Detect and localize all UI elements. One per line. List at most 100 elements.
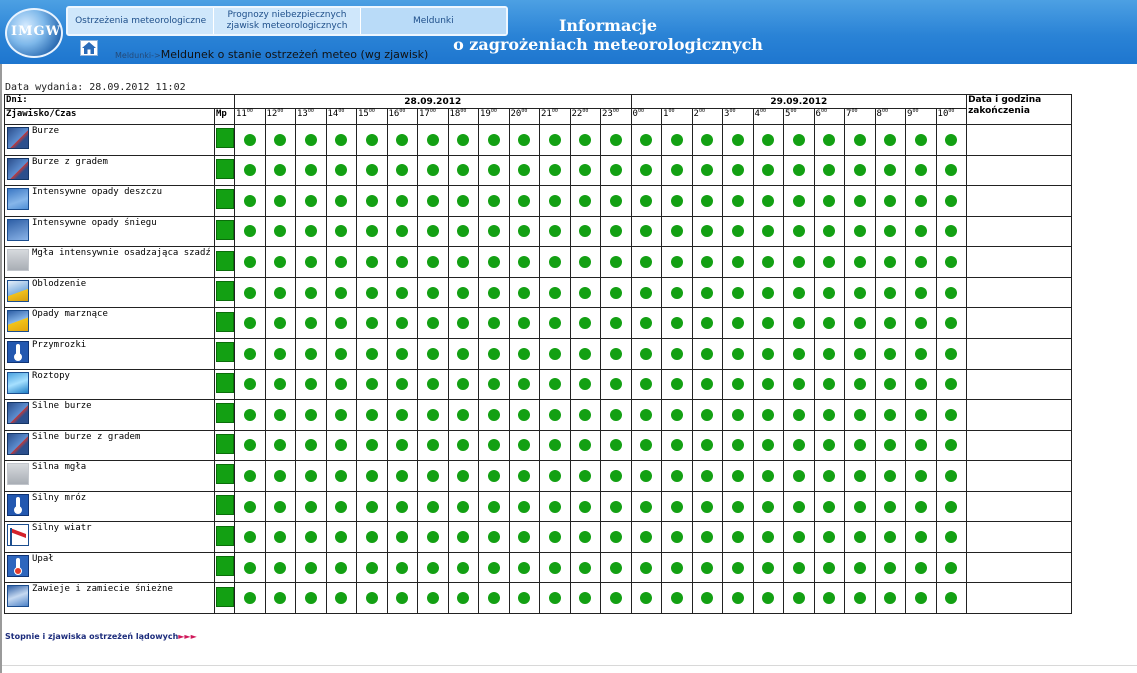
phenomenon-cell: Intensywne opady śniegu: [4, 215, 215, 248]
status-cell: [661, 460, 693, 492]
status-cell: [508, 246, 540, 278]
hour-minutes: 00: [338, 108, 345, 114]
status-dot-icon: [731, 317, 744, 330]
status-dot-icon: [579, 469, 592, 482]
status-cell: [813, 460, 846, 492]
status-cell: [295, 521, 327, 553]
icing-icon: [7, 279, 29, 302]
status-cell: [630, 185, 663, 217]
status-dot-icon: [609, 500, 622, 513]
status-cell: [722, 276, 754, 309]
status-cell: [508, 307, 540, 339]
status-cell: [691, 521, 724, 553]
issue-date: Data wydania: 28.09.2012 11:02: [5, 82, 186, 93]
status-dot-icon: [823, 225, 836, 238]
status-cell: [661, 185, 693, 217]
status-cell: [325, 337, 357, 370]
status-dot-icon: [579, 164, 592, 177]
status-cell: [783, 185, 815, 217]
status-cell: [661, 582, 693, 614]
status-dot-icon: [365, 164, 378, 177]
mp-cell: [214, 215, 235, 248]
status-dot-icon: [853, 133, 866, 146]
hour-minutes: 00: [582, 108, 589, 114]
status-dot-icon: [792, 469, 805, 482]
status-cell: [691, 215, 724, 248]
breadcrumb-parent[interactable]: Meldunki: [115, 51, 151, 60]
warning-levels-link[interactable]: Stopnie i zjawiska ostrzeżeń lądowych►►►: [5, 632, 197, 641]
status-cell: [569, 276, 601, 309]
status-cell: [234, 399, 266, 431]
status-dot-icon: [274, 561, 287, 574]
status-dot-icon: [396, 256, 409, 269]
status-dot-icon: [853, 500, 866, 513]
status-dot-icon: [548, 500, 561, 513]
status-cell: [844, 124, 876, 156]
status-cell: [691, 399, 724, 431]
status-dot-icon: [518, 592, 531, 605]
status-cell: [478, 551, 510, 584]
status-cell: [478, 246, 510, 278]
hour-value: 23: [602, 109, 613, 119]
phenomenon-name: Intensywne opady deszczu: [32, 187, 163, 198]
status-dot-icon: [792, 164, 805, 177]
status-cell: [661, 215, 693, 248]
status-dot-icon: [579, 317, 592, 330]
status-dot-icon: [640, 347, 653, 360]
status-dot-icon: [731, 194, 744, 207]
status-dot-icon: [365, 286, 378, 299]
status-cell: [783, 368, 815, 401]
date-header: 28.09.2012: [234, 94, 632, 109]
status-cell: [386, 368, 418, 401]
status-cell: [752, 246, 785, 278]
status-cell: [630, 460, 663, 492]
status-cell: [600, 215, 632, 248]
status-cell: [935, 429, 968, 462]
warning-levels-link-text[interactable]: Stopnie i zjawiska ostrzeżeń lądowych: [5, 632, 178, 641]
status-dot-icon: [304, 286, 317, 299]
hour-header: 200: [691, 108, 724, 125]
status-dot-icon: [762, 408, 775, 421]
phenomenon-header: Zjawisko/Czas: [4, 108, 215, 125]
status-cell: [356, 521, 388, 553]
status-cell: [783, 551, 815, 584]
hour-minutes: 00: [246, 108, 253, 114]
status-dot-icon: [792, 500, 805, 513]
freezing-rain-icon: [7, 310, 29, 333]
status-dot-icon: [670, 500, 683, 513]
hour-value: 12: [266, 109, 278, 119]
imgw-logo[interactable]: IMGW: [5, 8, 63, 58]
status-dot-icon: [640, 531, 653, 544]
status-dot-icon: [701, 286, 714, 299]
status-dot-icon: [670, 408, 683, 421]
status-dot-icon: [914, 408, 927, 421]
status-cell: [783, 124, 815, 156]
hour-value: 19: [480, 109, 491, 119]
status-dot-icon: [457, 133, 470, 146]
status-dot-icon: [792, 378, 805, 391]
status-dot-icon: [884, 561, 897, 574]
status-cell: [844, 368, 876, 401]
home-icon[interactable]: [80, 40, 98, 56]
status-cell: [905, 551, 937, 584]
status-cell: [783, 337, 815, 370]
status-dot-icon: [823, 194, 836, 207]
status-cell: [386, 276, 418, 309]
status-dot-icon: [487, 592, 500, 605]
status-cell: [874, 215, 907, 248]
status-cell: [752, 276, 785, 309]
status-cell: [569, 124, 601, 156]
status-cell: [691, 154, 724, 187]
status-dot-icon: [304, 378, 317, 391]
status-dot-icon: [487, 225, 500, 238]
status-dot-icon: [640, 561, 653, 574]
status-dot-icon: [426, 500, 439, 513]
status-cell: [295, 124, 327, 156]
status-dot-icon: [365, 408, 378, 421]
status-cell: [325, 307, 357, 339]
tab-forecasts[interactable]: Prognozy niebezpiecznych zjawisk meteoro…: [214, 8, 361, 34]
status-dot-icon: [884, 531, 897, 544]
tab-warnings[interactable]: Ostrzeżenia meteorologiczne: [68, 8, 215, 34]
hour-value: 13: [297, 109, 308, 119]
status-cell: [447, 246, 479, 278]
